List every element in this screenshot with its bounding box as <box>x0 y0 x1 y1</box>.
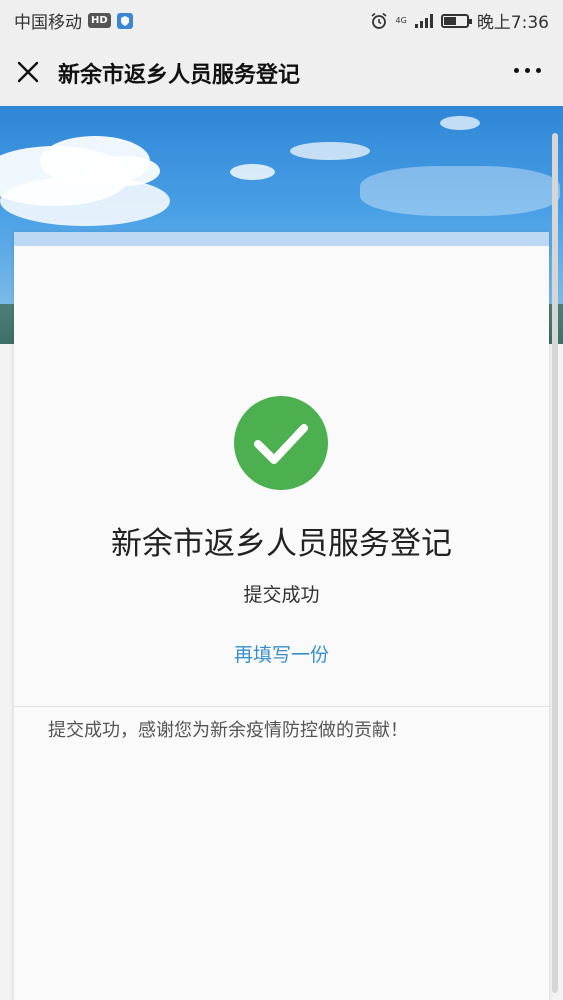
close-icon[interactable] <box>14 58 42 86</box>
divider <box>14 706 549 707</box>
check-circle-icon <box>234 396 328 490</box>
card-top-strip <box>14 232 549 246</box>
clock: 晚上7:36 <box>476 13 549 33</box>
more-icon[interactable] <box>514 68 541 73</box>
result-card: 新余市返乡人员服务登记 提交成功 再填写一份 提交成功，感谢您为新余疫情防控做的… <box>14 232 549 1000</box>
fill-again-link[interactable]: 再填写一份 <box>14 640 549 667</box>
thanks-message: 提交成功，感谢您为新余疫情防控做的贡献！ <box>48 720 408 741</box>
battery-icon <box>440 13 472 28</box>
scrollbar[interactable] <box>552 133 558 993</box>
battery-fill <box>443 16 456 25</box>
form-title: 新余市返乡人员服务登记 <box>111 526 452 562</box>
status-left: 中国移动 HD <box>14 8 133 33</box>
signal-icon <box>414 13 433 28</box>
status-bar: 中国移动 HD 4G 晚上7:36 <box>0 0 563 38</box>
page-title: 新余市返乡人员服务登记 <box>58 63 301 88</box>
nav-bar: 新余市返乡人员服务登记 <box>0 38 563 106</box>
alarm-icon <box>371 12 387 29</box>
submit-status: 提交成功 <box>243 584 320 606</box>
shield-icon <box>116 12 133 29</box>
carrier-name: 中国移动 <box>14 13 82 33</box>
network-type: 4G <box>395 15 407 25</box>
hd-badge: HD <box>88 13 111 28</box>
status-right: 4G 晚上7:36 <box>370 8 549 33</box>
